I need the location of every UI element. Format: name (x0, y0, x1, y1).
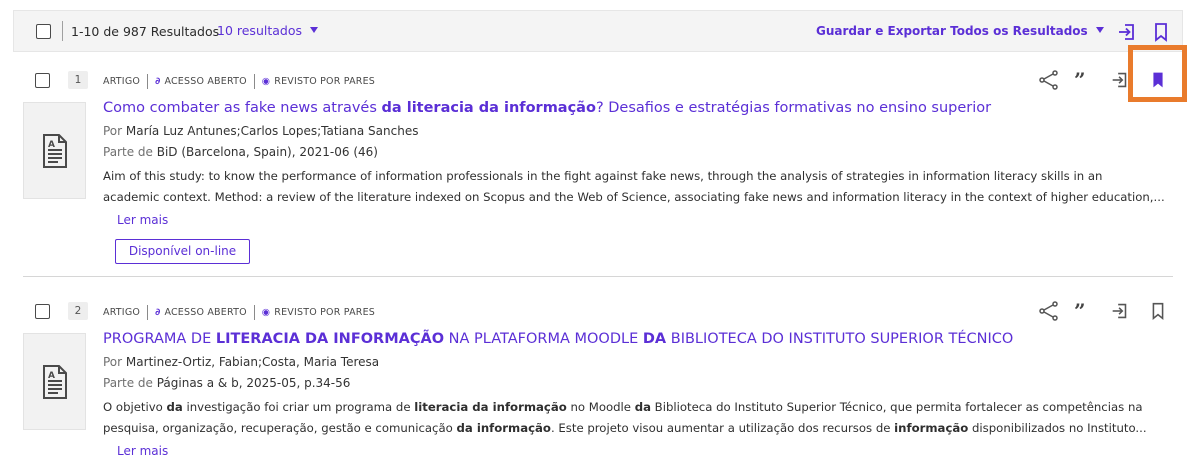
record-title[interactable]: Como combater as fake news através da li… (103, 100, 991, 116)
abstract-text: . Este projeto visou aumentar a utilizaç… (550, 421, 895, 435)
abstract-line: Aim of this study: to know the performan… (103, 169, 1103, 183)
document-icon: A (42, 364, 67, 399)
svg-text:”: ” (1074, 72, 1086, 88)
document-thumbnail[interactable]: A (23, 333, 86, 430)
read-more-link[interactable]: Ler mais (117, 444, 168, 458)
title-highlight: LITERACIA DA INFORMAÇÃO (215, 331, 445, 347)
highlight-box (1128, 45, 1187, 102)
record-checkbox[interactable] (35, 73, 50, 88)
abstract-line: academic context. Method: a review of th… (103, 190, 1165, 204)
record-abstract: O objetivo da investigação foi criar um … (103, 397, 1173, 439)
svg-text:A: A (48, 371, 55, 381)
authors-link[interactable]: Martinez-Ortiz, Fabian;Costa, Maria Tere… (126, 355, 379, 369)
record-divider (23, 276, 1173, 277)
peer-review-label: REVISTO POR PARES (274, 307, 375, 318)
record-authors: Por Martinez-Ortiz, Fabian;Costa, Maria … (103, 355, 379, 369)
save-export-all-label: Guardar e Exportar Todos os Resultados (816, 24, 1088, 38)
title-part: Como combater as fake news através (103, 100, 382, 116)
by-prefix: Por (103, 124, 123, 138)
title-highlight: DA (642, 331, 667, 347)
record-type: ARTIGO (103, 307, 141, 318)
open-access-icon: ∂ (155, 307, 161, 318)
result-count: 1-10 de 987 Resultados (71, 24, 220, 39)
open-access-icon: ∂ (155, 76, 161, 87)
peer-review-icon: ◉ (261, 76, 271, 87)
title-part: PROGRAMA DE (103, 331, 216, 347)
export-icon[interactable] (1108, 299, 1132, 323)
by-prefix: Por (103, 355, 123, 369)
authors-link[interactable]: María Luz Antunes;Carlos Lopes;Tatiana S… (126, 124, 419, 138)
meta-divider (147, 305, 149, 320)
svg-text:”: ” (1074, 303, 1086, 319)
source-text: BiD (Barcelona, Spain), 2021-06 (46) (156, 145, 378, 159)
abstract-text: Biblioteca do Instituto Superior Técnico… (650, 400, 1143, 414)
available-online-button[interactable]: Disponível on-line (115, 239, 250, 264)
svg-text:A: A (48, 140, 55, 150)
peer-review-icon: ◉ (261, 307, 271, 318)
bookmark-icon[interactable] (1149, 20, 1173, 44)
quote-icon[interactable]: ” (1071, 299, 1095, 323)
title-part: BIBLIOTECA DO INSTITUTO SUPERIOR TÉCNICO (666, 331, 1014, 347)
share-icon[interactable] (1037, 299, 1061, 323)
quote-icon[interactable]: ” (1071, 68, 1095, 92)
record-source: Parte de Páginas a & b, 2025-05, p.34-56 (103, 376, 350, 390)
results-toolbar: 1-10 de 987 Resultados 10 resultados Gua… (13, 10, 1183, 52)
per-page-label: 10 resultados (217, 23, 302, 38)
meta-divider (253, 305, 255, 320)
document-thumbnail[interactable]: A (23, 102, 86, 199)
abstract-highlight: da informação (456, 421, 551, 435)
bookmark-icon[interactable] (1146, 299, 1170, 323)
read-more-link[interactable]: Ler mais (117, 213, 168, 227)
share-icon[interactable] (1037, 68, 1061, 92)
record-checkbox[interactable] (35, 304, 50, 319)
record-meta: ARTIGO ∂ ACESSO ABERTO ◉ REVISTO POR PAR… (103, 305, 375, 320)
abstract-text: pesquisa, organização, recuperação, gest… (103, 421, 457, 435)
source-text: Páginas a & b, 2025-05, p.34-56 (156, 376, 351, 390)
open-access-label: ACESSO ABERTO (164, 76, 247, 87)
chevron-down-icon (1095, 27, 1104, 33)
abstract-text: O objetivo (103, 400, 167, 414)
title-highlight: da literacia da informação (381, 100, 596, 116)
abstract-highlight: da (634, 400, 651, 414)
save-export-all-button[interactable]: Guardar e Exportar Todos os Resultados (816, 24, 1104, 38)
select-all-checkbox[interactable] (36, 24, 51, 39)
abstract-line: O objetivo da investigação foi criar um … (103, 397, 1173, 418)
title-part: NA PLATAFORMA MOODLE (444, 331, 643, 347)
part-of-prefix: Parte de (103, 145, 153, 159)
abstract-text: no Moodle (566, 400, 635, 414)
part-of-prefix: Parte de (103, 376, 153, 390)
title-part: ? Desafios e estratégias formativas no e… (595, 100, 992, 116)
abstract-highlight: informação (894, 421, 969, 435)
abstract-text: investigação foi criar um programa de (182, 400, 415, 414)
abstract-text: disponibilizados no Instituto... (968, 421, 1147, 435)
record-number: 2 (68, 302, 88, 320)
toolbar-divider (62, 21, 63, 41)
open-access-label: ACESSO ABERTO (164, 307, 247, 318)
record-number: 1 (68, 71, 88, 89)
record-abstract: Aim of this study: to know the performan… (103, 166, 1173, 208)
peer-review-label: REVISTO POR PARES (274, 76, 375, 87)
document-icon: A (42, 133, 67, 168)
record-type: ARTIGO (103, 76, 141, 87)
abstract-line: pesquisa, organização, recuperação, gest… (103, 418, 1173, 439)
export-icon[interactable] (1115, 20, 1139, 44)
abstract-highlight: literacia da informação (414, 400, 567, 414)
record-authors: Por María Luz Antunes;Carlos Lopes;Tatia… (103, 124, 418, 138)
per-page-dropdown[interactable]: 10 resultados (217, 23, 318, 38)
meta-divider (253, 74, 255, 89)
record-meta: ARTIGO ∂ ACESSO ABERTO ◉ REVISTO POR PAR… (103, 74, 375, 89)
meta-divider (147, 74, 149, 89)
record-title[interactable]: PROGRAMA DE LITERACIA DA INFORMAÇÃO NA P… (103, 331, 1013, 347)
abstract-highlight: da (166, 400, 183, 414)
record-source: Parte de BiD (Barcelona, Spain), 2021-06… (103, 145, 378, 159)
chevron-down-icon (310, 27, 318, 33)
